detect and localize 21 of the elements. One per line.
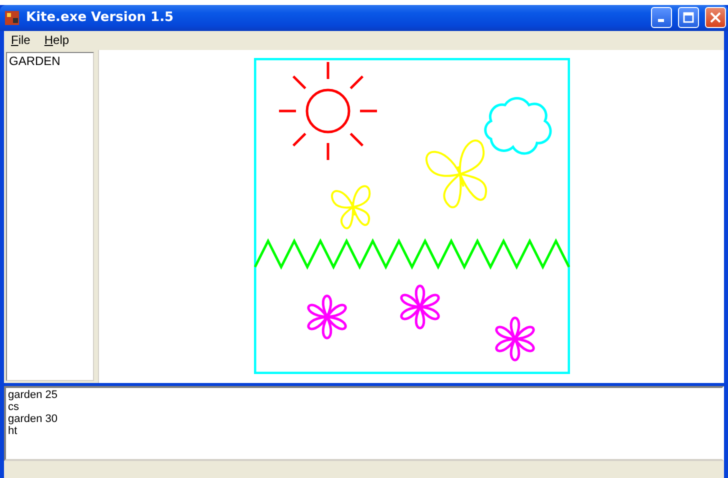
- flower-drawing: [306, 294, 346, 340]
- output-line: garden 30: [8, 412, 59, 425]
- command-output[interactable]: garden 25 cs garden 30 ht: [4, 386, 724, 462]
- flower-drawing: [400, 284, 440, 330]
- close-button[interactable]: [705, 7, 726, 28]
- output-line: cs: [8, 400, 20, 413]
- window-title: Kite.exe Version 1.5: [26, 10, 175, 26]
- maximize-icon: [683, 12, 694, 24]
- app-icon: [4, 10, 20, 26]
- maximize-button[interactable]: [678, 7, 699, 28]
- butterfly-drawing: [330, 184, 370, 229]
- minimize-button[interactable]: [651, 7, 672, 28]
- output-line: garden 25: [8, 388, 59, 401]
- cloud-drawing: [484, 96, 552, 154]
- butterfly-drawing: [424, 139, 486, 208]
- procedure-item[interactable]: GARDEN: [7, 52, 93, 69]
- output-line: ht: [8, 424, 18, 437]
- flower-drawing: [494, 316, 534, 362]
- close-icon: [710, 12, 721, 24]
- menu-item[interactable]: Help: [39, 33, 74, 48]
- menu-item[interactable]: File: [6, 33, 36, 48]
